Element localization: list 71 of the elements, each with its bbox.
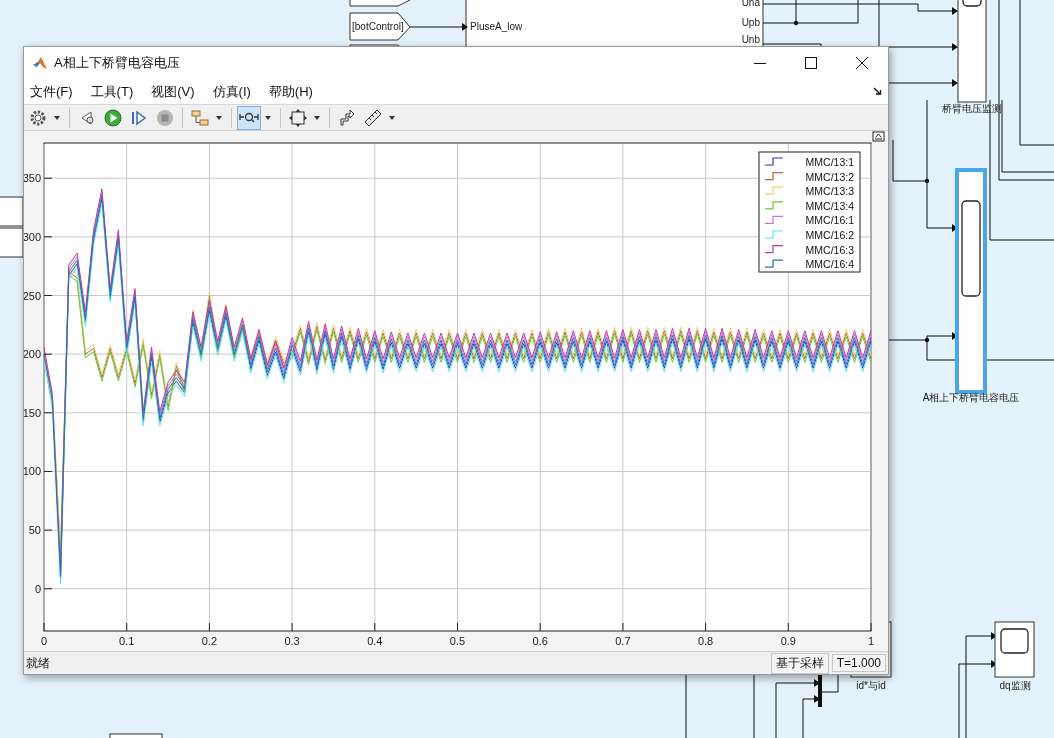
legend-label: MMC/16:3: [805, 243, 854, 256]
tag-block: [349, 12, 411, 41]
scope-block[interactable]: [957, 0, 987, 103]
caret-icon[interactable]: [265, 115, 271, 120]
sample-mode-field: 基于采样: [770, 652, 829, 674]
port-label: Unb: [741, 34, 760, 45]
port-label: Una: [741, 0, 760, 8]
menu-item[interactable]: 仿真(I): [212, 82, 251, 101]
block-label: id*与id: [856, 680, 886, 691]
signal-line: [753, 674, 755, 738]
axis-tick-label: 150: [24, 406, 41, 419]
dock-arrow-icon[interactable]: [873, 87, 882, 96]
port-label: PluseA_low: [470, 21, 523, 32]
scope-screen-icon: [962, 0, 982, 7]
menu-item[interactable]: 视图(V): [151, 82, 195, 101]
legend-label: MMC/16:2: [805, 229, 854, 241]
axis-tick-label: 100: [24, 465, 41, 478]
window-title: A相上下桥臂电容电压: [54, 54, 180, 72]
scope-screen-icon: [961, 200, 981, 297]
axis-tick-label: 0.3: [284, 635, 300, 647]
axis-tick-label: 300: [24, 230, 41, 243]
signal-line: [685, 674, 687, 738]
block: [109, 733, 163, 738]
axis-tick-label: 0: [40, 635, 48, 647]
axis-tick-label: 0.6: [532, 635, 548, 647]
caret-icon[interactable]: [54, 115, 60, 120]
signal-line: [888, 43, 958, 51]
caret-icon[interactable]: [314, 115, 320, 120]
signal-line: [762, 43, 822, 48]
menu-item[interactable]: 工具(T): [90, 82, 134, 101]
tag-block: [349, 0, 411, 7]
axis-tick-label: 0.1: [119, 635, 135, 647]
signal-line: [888, 79, 958, 87]
caret-icon[interactable]: [389, 115, 395, 120]
tag-label: [botControl]: [352, 21, 404, 32]
legend-label: MMC/16:1: [805, 214, 854, 227]
undock-icon[interactable]: [872, 131, 885, 142]
legend-label: MMC/13:4: [805, 199, 854, 212]
caret-icon[interactable]: [216, 115, 222, 120]
port-label: Upb: [741, 17, 760, 28]
axis-tick-label: 350: [24, 172, 41, 185]
status-message: 就绪: [26, 654, 50, 672]
junction-dot: [793, 20, 799, 26]
legend-label: MMC/16:4: [805, 258, 854, 271]
scope-label: dq监测: [999, 680, 1031, 691]
axis-tick-label: 0: [34, 582, 41, 595]
axis-tick-label: 0.7: [615, 635, 631, 647]
legend-label: MMC/13:1: [805, 156, 854, 168]
axis-tick-label: 200: [24, 348, 41, 361]
scope-screen-icon: [1000, 628, 1029, 654]
axis-tick-label: 250: [24, 289, 41, 302]
axis-tick-label: 0.2: [201, 635, 218, 647]
menu-item[interactable]: 帮助(H): [268, 82, 313, 101]
zoom-icon[interactable]: [237, 105, 261, 130]
menu-item[interactable]: 文件(F): [30, 82, 73, 101]
axis-tick-label: 0.9: [780, 635, 796, 647]
maximize-icon[interactable]: [805, 57, 817, 69]
scope-label: 桥臂电压监测: [942, 103, 1002, 114]
app-logo-icon: [32, 55, 48, 71]
mux-block: [818, 675, 822, 707]
close-icon[interactable]: [856, 57, 868, 69]
axis-tick-label: 0.8: [697, 635, 714, 647]
junction-dot: [924, 178, 930, 184]
junction-dot: [924, 337, 930, 343]
legend-label: MMC/13:2: [805, 170, 854, 183]
scope-label: A相上下桥臂电容电压: [922, 392, 1020, 403]
axis-tick-label: 50: [28, 524, 41, 537]
signal-line: [409, 23, 468, 31]
axis-tick-label: 0.5: [449, 635, 466, 647]
axis-tick-label: 0.4: [367, 635, 383, 647]
legend-label: MMC/13:3: [805, 185, 854, 198]
